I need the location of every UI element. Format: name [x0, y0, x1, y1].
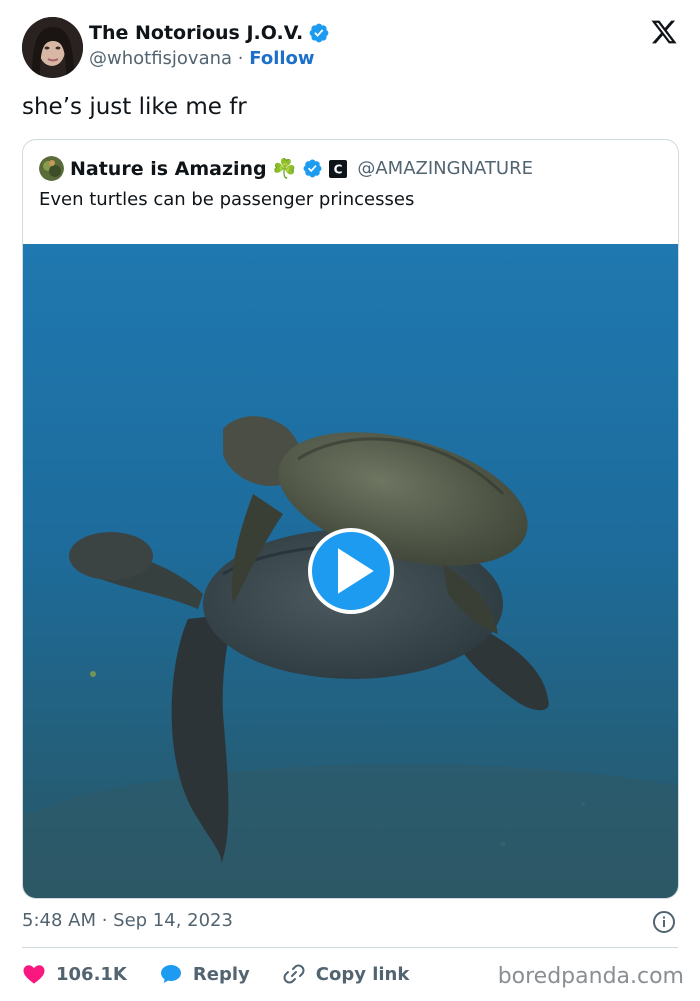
tweet-timestamp[interactable]: 5:48 AM · Sep 14, 2023 — [22, 910, 233, 931]
quoted-verified-badge-icon — [303, 159, 322, 178]
video-player[interactable] — [23, 244, 678, 898]
watermark: boredpanda.com — [497, 964, 684, 989]
affiliate-badge-icon: C — [329, 159, 348, 178]
like-button[interactable]: 106.1K — [22, 962, 127, 986]
copy-link-button[interactable]: Copy link — [282, 962, 410, 986]
svg-text:C: C — [334, 162, 343, 176]
author-name-text: The Notorious J.O.V. — [89, 22, 304, 44]
heart-icon — [23, 965, 45, 984]
follow-button[interactable]: Follow — [249, 48, 314, 69]
tweet-text: she’s just like me fr — [22, 94, 247, 120]
quoted-avatar[interactable] — [39, 156, 64, 181]
verified-badge-icon — [309, 23, 329, 43]
quoted-tweet-text: Even turtles can be passenger princesses — [39, 189, 415, 210]
author-handle-row: @whotfisjovana · Follow — [89, 48, 315, 69]
play-button[interactable] — [308, 528, 394, 614]
reply-button[interactable]: Reply — [159, 962, 250, 986]
quoted-tweet-header: Nature is Amazing ☘️ C @AMAZINGNATURE — [39, 156, 533, 181]
quoted-tweet[interactable]: Nature is Amazing ☘️ C @AMAZINGNATURE Ev… — [22, 139, 679, 899]
action-bar: 106.1K Reply Copy link — [22, 962, 409, 986]
copy-link-label: Copy link — [315, 963, 410, 985]
clover-emoji: ☘️ — [272, 158, 297, 180]
reply-label: Reply — [192, 963, 250, 985]
play-icon — [338, 548, 374, 594]
x-logo-icon[interactable] — [650, 18, 678, 46]
author-handle[interactable]: @whotfisjovana — [89, 48, 232, 69]
tweet-card: The Notorious J.O.V. @whotfisjovana · Fo… — [0, 0, 700, 1001]
info-icon[interactable] — [652, 910, 676, 934]
divider — [22, 947, 678, 948]
author-avatar[interactable] — [22, 17, 83, 78]
handle-separator: · — [237, 48, 244, 69]
like-count: 106.1K — [56, 963, 127, 985]
quoted-author-name[interactable]: Nature is Amazing — [70, 158, 267, 180]
link-icon — [283, 964, 305, 984]
author-name[interactable]: The Notorious J.O.V. — [89, 22, 330, 44]
speech-bubble-icon — [160, 965, 181, 983]
quoted-author-handle[interactable]: @AMAZINGNATURE — [357, 158, 533, 179]
